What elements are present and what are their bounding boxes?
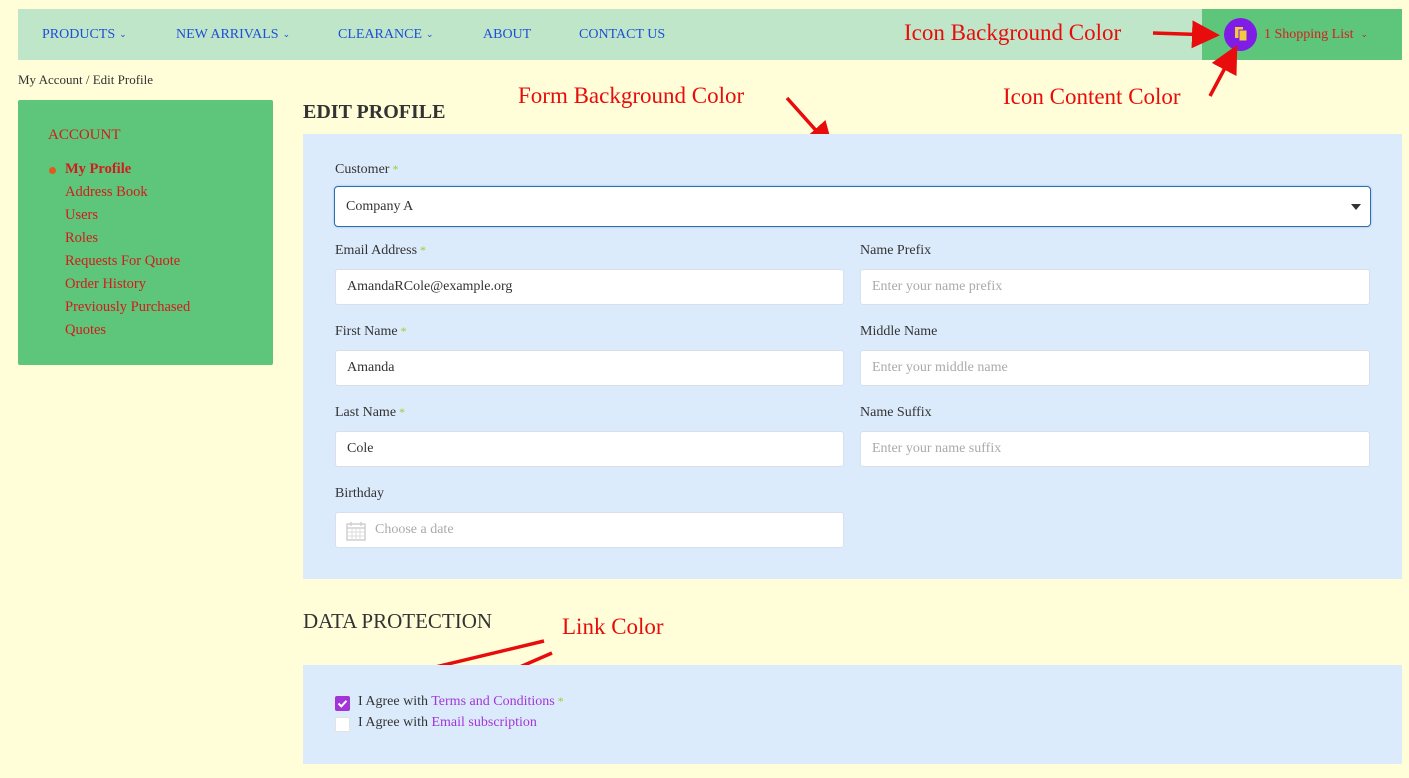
sidebar-item-requests-for-quote[interactable]: Requests For Quote <box>48 252 190 275</box>
nav-item-products[interactable]: PRODUCTS ⌄ <box>42 9 127 60</box>
nav-item-label: NEW ARRIVALS <box>176 27 279 42</box>
customer-label: Customer * <box>335 162 399 177</box>
terms-agreement: I Agree with Terms and Conditions * <box>358 694 564 709</box>
breadcrumb: My Account / Edit Profile <box>18 72 154 87</box>
name-prefix-label: Name Prefix <box>860 243 932 258</box>
document-icon <box>1235 27 1248 41</box>
sidebar-item-my-profile[interactable]: My Profile <box>48 160 190 183</box>
terms-checkbox[interactable] <box>335 696 350 711</box>
sidebar-item-quotes[interactable]: Quotes <box>48 321 190 344</box>
annotation-icon-content: Icon Content Color <box>1003 84 1181 109</box>
email-subscription-link[interactable]: Email subscription <box>431 715 536 730</box>
sidebar-heading: ACCOUNT <box>48 127 121 143</box>
caret-down-icon <box>1351 204 1361 210</box>
customer-select[interactable]: Company A <box>334 186 1371 227</box>
birthday-placeholder: Choose a date <box>375 522 454 537</box>
required-mark: * <box>557 694 564 708</box>
calendar-icon <box>346 522 366 541</box>
nav-item-contact-us[interactable]: CONTACT US <box>579 9 665 60</box>
required-mark: * <box>420 243 427 257</box>
active-bullet-icon <box>49 167 56 174</box>
email-subscription-checkbox[interactable] <box>335 717 350 732</box>
sidebar-item-roles[interactable]: Roles <box>48 229 190 252</box>
last-name-field[interactable]: Cole <box>335 431 844 467</box>
sidebar-item-previously-purchased[interactable]: Previously Purchased <box>48 298 190 321</box>
sidebar-item-label: My Profile <box>65 161 132 177</box>
account-sidebar: ACCOUNT My Profile Address Book Users Ro… <box>18 100 273 365</box>
required-mark: * <box>399 405 406 419</box>
data-protection-panel: I Agree with Terms and Conditions * I Agr… <box>303 665 1402 764</box>
chevron-down-icon: ⌄ <box>282 29 291 39</box>
shopping-list-icon <box>1224 18 1257 51</box>
nav-item-about[interactable]: ABOUT <box>483 9 531 60</box>
nav-item-label: PRODUCTS <box>42 27 116 42</box>
page-title: EDIT PROFILE <box>303 101 446 123</box>
chevron-down-icon: ⌄ <box>1360 29 1369 39</box>
data-protection-title: DATA PROTECTION <box>303 609 493 633</box>
first-name-field[interactable]: Amanda <box>335 350 844 386</box>
sidebar-item-order-history[interactable]: Order History <box>48 275 190 298</box>
email-field[interactable]: AmandaRCole@example.org <box>335 269 844 305</box>
first-name-label: First Name * <box>335 324 407 339</box>
customer-select-value: Company A <box>346 199 414 214</box>
last-name-label: Last Name * <box>335 405 406 420</box>
annotation-icon-bg: Icon Background Color <box>904 20 1122 45</box>
required-mark: * <box>400 324 407 338</box>
name-suffix-label: Name Suffix <box>860 405 932 420</box>
chevron-down-icon: ⌄ <box>426 29 434 39</box>
annotation-link: Link Color <box>562 614 664 639</box>
chevron-down-icon: ⌄ <box>119 29 127 39</box>
terms-link[interactable]: Terms and Conditions <box>431 694 554 709</box>
nav-item-clearance[interactable]: CLEARANCE ⌄ <box>338 9 434 60</box>
email-subscription-agreement: I Agree with Email subscription <box>358 715 537 730</box>
sidebar-item-address-book[interactable]: Address Book <box>48 183 190 206</box>
nav-item-label: CLEARANCE <box>338 27 422 42</box>
edit-profile-form: Customer * Company A Email Address * Amand… <box>303 134 1402 579</box>
middle-name-label: Middle Name <box>860 324 938 339</box>
sidebar-item-users[interactable]: Users <box>48 206 190 229</box>
required-mark: * <box>392 162 399 176</box>
email-label: Email Address * <box>335 243 427 258</box>
shopping-list-button[interactable]: 1 Shopping List ⌄ <box>1202 9 1402 60</box>
birthday-label: Birthday <box>335 486 384 501</box>
sidebar-menu: My Profile Address Book Users Roles Requ… <box>48 160 190 344</box>
top-navigation: PRODUCTS ⌄ NEW ARRIVALS ⌄ CLEARANCE ⌄ ABOUT… <box>18 9 1402 60</box>
name-prefix-field[interactable]: Enter your name prefix <box>860 269 1370 305</box>
shopping-list-label: 1 Shopping List ⌄ <box>1264 9 1368 61</box>
nav-item-new-arrivals[interactable]: NEW ARRIVALS ⌄ <box>176 9 290 60</box>
name-suffix-field[interactable]: Enter your name suffix <box>860 431 1370 467</box>
middle-name-field[interactable]: Enter your middle name <box>860 350 1370 386</box>
annotation-form-bg: Form Background Color <box>518 83 745 108</box>
check-icon <box>337 700 348 708</box>
birthday-field[interactable]: Choose a date <box>335 512 844 548</box>
